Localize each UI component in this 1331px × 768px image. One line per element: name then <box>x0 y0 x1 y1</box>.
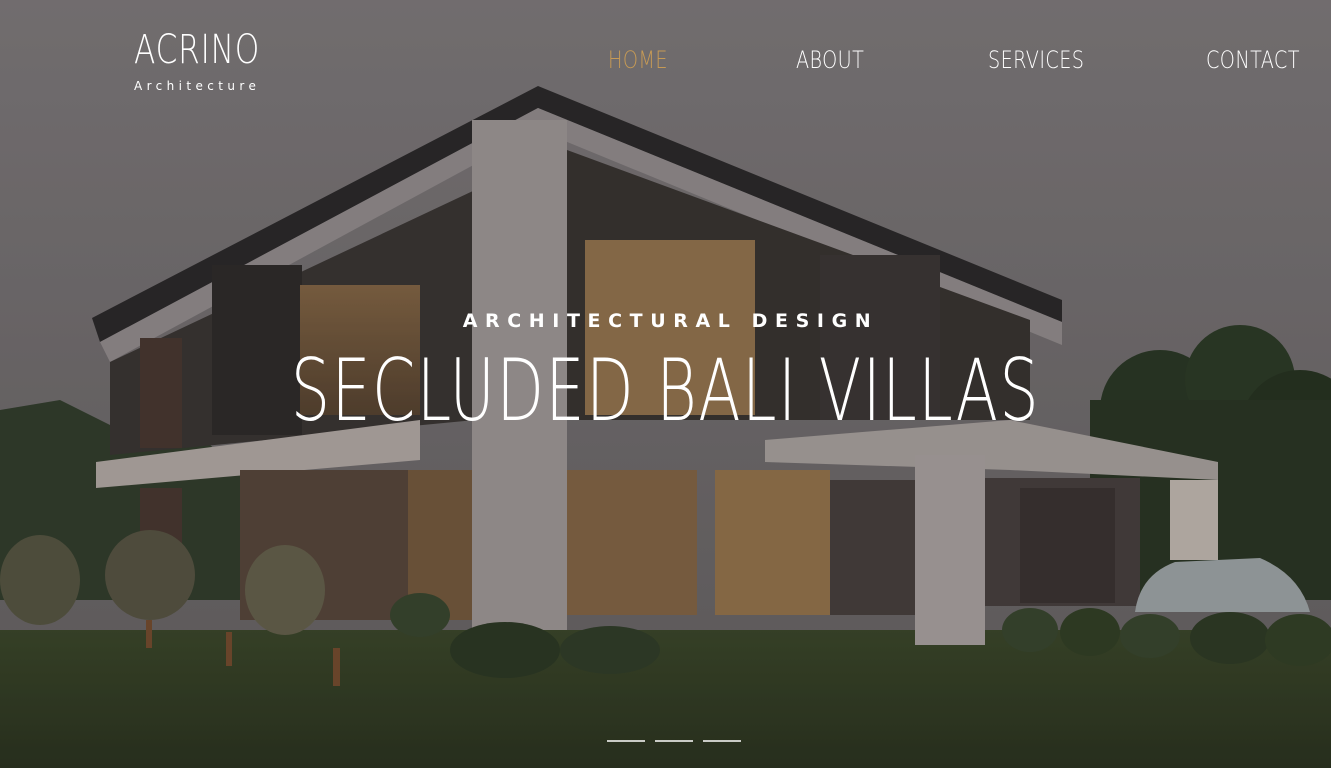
nav-item-services[interactable]: SERVICES <box>988 46 1084 74</box>
slide-dot-3[interactable] <box>703 740 741 742</box>
slide-dot-2[interactable] <box>655 740 693 742</box>
main-nav: HOME ABOUT SERVICES CONTACT <box>0 46 1331 76</box>
slider-pagination <box>607 727 751 742</box>
slide-dot-1[interactable] <box>607 740 645 742</box>
nav-item-contact[interactable]: CONTACT <box>1206 46 1300 74</box>
hero-title: SECLUDED BALI VILLAS <box>290 341 1041 441</box>
nav-item-about[interactable]: ABOUT <box>796 46 864 74</box>
nav-item-home[interactable]: HOME <box>608 46 668 74</box>
hero-title-wrap: SECLUDED BALI VILLAS <box>0 346 1331 436</box>
logo-tagline: Architecture <box>134 79 261 93</box>
hero-kicker: ARCHITECTURAL DESIGN <box>462 310 879 332</box>
